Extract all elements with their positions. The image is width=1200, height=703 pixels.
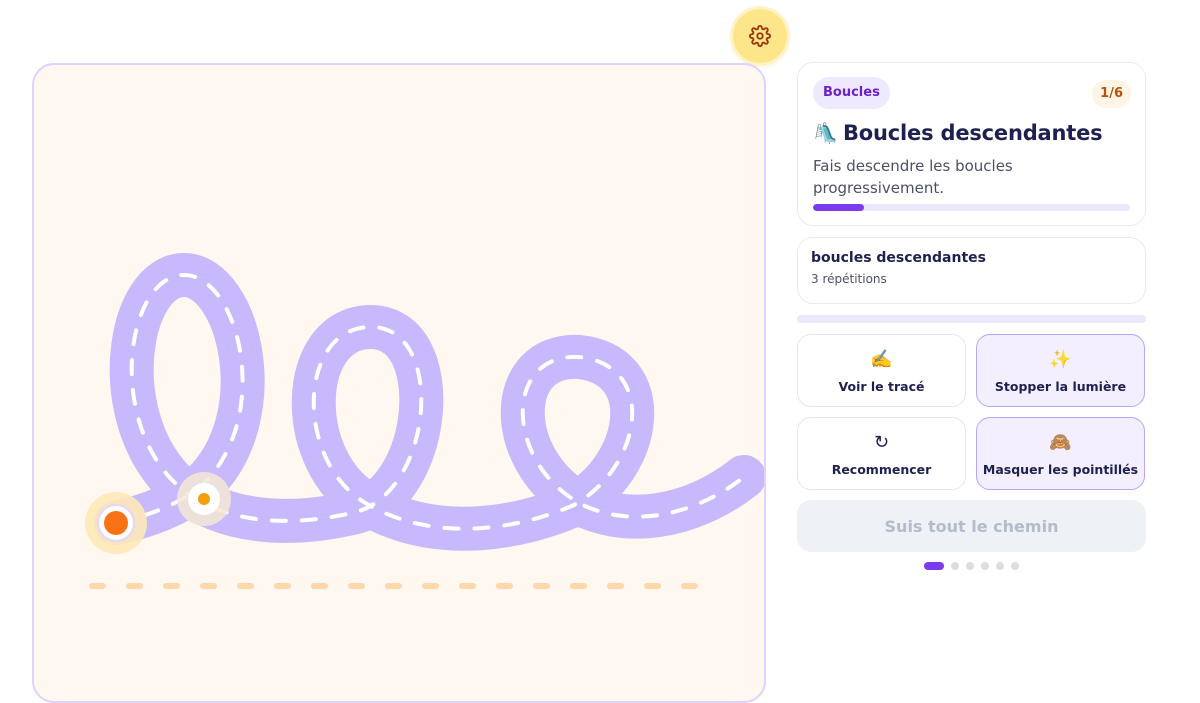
pagination-dot[interactable] [981, 562, 989, 570]
pattern-card: boucles descendantes 3 répétitions [797, 237, 1146, 304]
guide-marker-center [198, 493, 210, 505]
lesson-progress-fill [813, 204, 864, 211]
hide-dashes-label: Masquer les pointillés [982, 462, 1139, 477]
pagination-dot[interactable] [951, 562, 959, 570]
hide-dashes-button[interactable]: 🙈 Masquer les pointillés [976, 417, 1145, 490]
restart-button[interactable]: ↻ Recommencer [797, 417, 966, 490]
lesson-card: Boucles 1/6 🛝 Boucles descendantes Fais … [797, 62, 1146, 226]
start-point[interactable] [104, 511, 128, 535]
see-no-evil-icon: 🙈 [1049, 432, 1072, 453]
pagination-dot[interactable] [924, 562, 944, 570]
tracing-svg[interactable] [34, 65, 766, 703]
pagination-dots [797, 562, 1146, 570]
lesson-description: Fais descendre les boucles progressiveme… [813, 157, 1013, 197]
pattern-repetitions: 3 répétitions [811, 272, 887, 286]
stop-light-label: Stopper la lumière [994, 379, 1127, 394]
follow-path-button[interactable]: Suis tout le chemin [797, 500, 1146, 552]
pattern-name: boucles descendantes [811, 250, 986, 266]
restart-label: Recommencer [831, 462, 932, 477]
show-trace-button[interactable]: ✍️ Voir le tracé [797, 334, 966, 407]
settings-button[interactable] [733, 9, 787, 63]
action-grid: ✍️ Voir le tracé ✨ Stopper la lumière ↻ … [797, 334, 1146, 490]
gear-icon [749, 25, 771, 47]
sparkles-icon: ✨ [1049, 349, 1072, 370]
pagination-dot[interactable] [966, 562, 974, 570]
lesson-counter: 1/6 [1092, 80, 1131, 108]
pagination-dot[interactable] [1011, 562, 1019, 570]
lesson-progress-bar [813, 204, 1130, 211]
pattern-progress-bar [797, 315, 1146, 323]
show-trace-label: Voir le tracé [838, 379, 925, 394]
restart-icon: ↻ [873, 432, 890, 453]
writing-hand-icon: ✍️ [870, 349, 893, 370]
stop-light-button[interactable]: ✨ Stopper la lumière [976, 334, 1145, 407]
lesson-title: Boucles descendantes [843, 121, 1103, 145]
slide-icon: 🛝 [813, 121, 838, 145]
category-badge: Boucles [813, 77, 890, 109]
side-panel: Boucles 1/6 🛝 Boucles descendantes Fais … [797, 62, 1146, 570]
tracing-canvas[interactable] [32, 63, 766, 703]
pagination-dot[interactable] [996, 562, 1004, 570]
